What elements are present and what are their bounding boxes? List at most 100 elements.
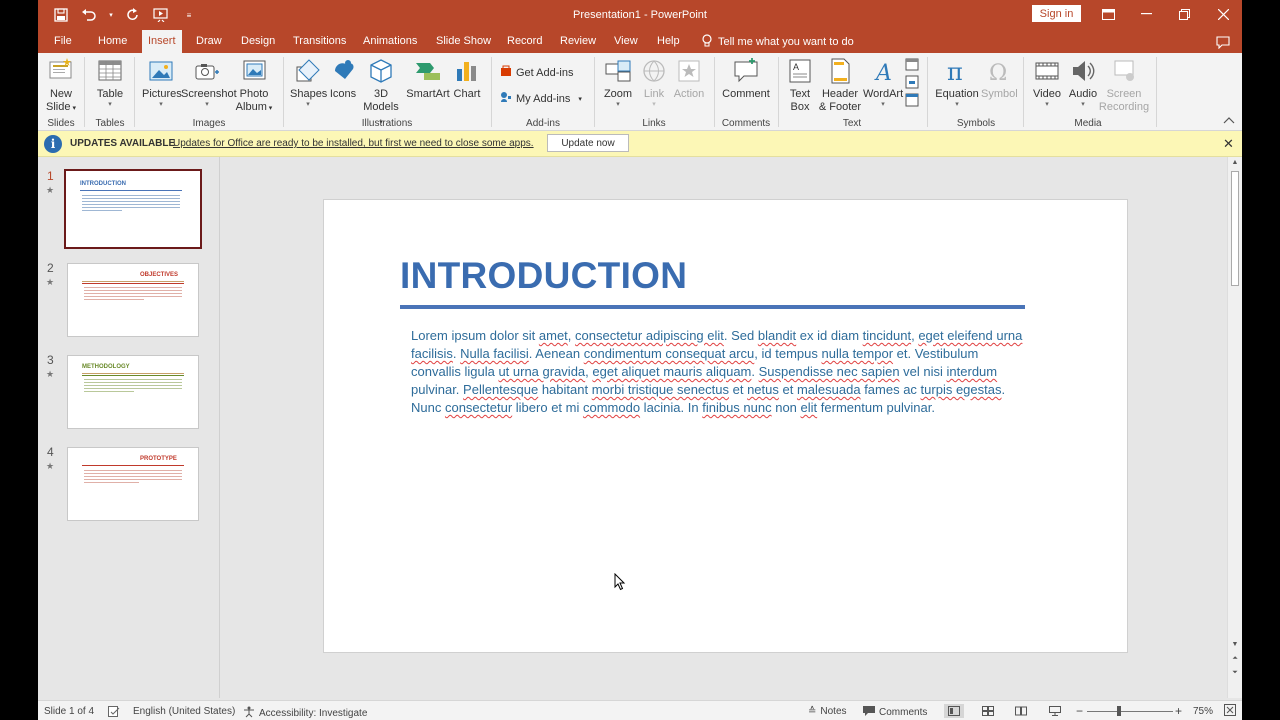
undo-icon[interactable] xyxy=(80,6,98,24)
minimize-icon[interactable] xyxy=(1134,4,1158,24)
date-time-button[interactable] xyxy=(904,57,920,75)
notes-label: Notes xyxy=(820,706,847,717)
zoom-in-button[interactable]: + xyxy=(1175,704,1182,718)
action-button[interactable]: Action xyxy=(672,57,706,101)
object-button[interactable] xyxy=(904,93,920,111)
equation-button[interactable]: π Equation ▾ xyxy=(934,57,980,109)
slide-thumbnail-2[interactable]: OBJECTIVES xyxy=(67,263,199,337)
scroll-down-icon[interactable]: ▼ xyxy=(1230,641,1240,651)
spelling-check-icon[interactable] xyxy=(108,706,120,717)
header-footer-button[interactable]: Header & Footer xyxy=(817,57,863,114)
zoom-out-button[interactable]: − xyxy=(1076,704,1083,718)
comments-label: Comments xyxy=(879,707,928,718)
screenshot-button[interactable]: Screenshot ▾ xyxy=(181,57,237,109)
header-footer-label-1: Header xyxy=(821,88,859,100)
tab-record[interactable]: Record xyxy=(501,30,548,53)
tab-home[interactable]: Home xyxy=(92,30,133,53)
customize-qat-icon[interactable]: ≡ xyxy=(180,6,198,24)
my-addins-button[interactable]: My Add-ins ▾ xyxy=(500,91,590,107)
screen-recording-button[interactable]: Screen Recording xyxy=(1098,57,1150,114)
tab-transitions[interactable]: Transitions xyxy=(287,30,352,53)
group-label-text: Text xyxy=(842,118,862,129)
close-notification-icon[interactable]: ✕ xyxy=(1223,136,1234,152)
chart-button[interactable]: Chart xyxy=(451,57,483,101)
text-box-button[interactable]: A Text Box xyxy=(785,57,815,114)
photo-album-button[interactable]: Photo Album ▾ xyxy=(234,57,274,115)
previous-slide-icon[interactable]: ⏶ xyxy=(1230,655,1240,665)
notes-button[interactable]: ≙ Notes xyxy=(808,706,847,717)
zoom-slider-track[interactable] xyxy=(1087,711,1173,712)
language-indicator[interactable]: English (United States) xyxy=(133,706,235,717)
new-slide-button[interactable]: New Slide ▾ xyxy=(46,57,76,115)
tab-design[interactable]: Design xyxy=(235,30,281,53)
audio-button[interactable]: Audio ▾ xyxy=(1066,57,1100,109)
next-slide-icon[interactable]: ⏷ xyxy=(1230,669,1240,679)
tab-view[interactable]: View xyxy=(608,30,644,53)
tab-file[interactable]: File xyxy=(48,30,78,53)
tell-me-search[interactable]: Tell me what you want to do xyxy=(702,34,854,50)
new-slide-icon xyxy=(47,57,75,85)
restore-icon[interactable] xyxy=(1172,4,1196,24)
fit-slide-icon[interactable] xyxy=(1224,704,1236,716)
slide-thumbnail-4[interactable]: PROTOTYPE xyxy=(67,447,199,521)
slide-sorter-icon[interactable] xyxy=(978,704,998,718)
slide-thumbnail-3[interactable]: METHODOLOGY xyxy=(67,355,199,429)
tab-help[interactable]: Help xyxy=(651,30,686,53)
slide-canvas[interactable]: INTRODUCTION Lorem ipsum dolor sit amet,… xyxy=(323,199,1128,653)
reading-view-icon[interactable] xyxy=(1011,704,1031,718)
notification-message-link[interactable]: Updates for Office are ready to be insta… xyxy=(173,138,534,149)
smartart-button[interactable]: SmartArt xyxy=(405,57,451,101)
tab-animations[interactable]: Animations xyxy=(357,30,423,53)
symbol-button[interactable]: Ω Symbol xyxy=(981,57,1018,101)
collapse-ribbon-icon[interactable] xyxy=(1223,115,1235,127)
comments-icon[interactable] xyxy=(1214,33,1232,51)
normal-view-icon[interactable] xyxy=(944,704,964,718)
undo-dropdown-icon[interactable]: ▾ xyxy=(108,6,114,24)
tab-review[interactable]: Review xyxy=(554,30,602,53)
icons-icon xyxy=(329,57,357,85)
slide-thumbnail-1[interactable]: INTRODUCTION xyxy=(64,169,202,249)
slide-show-view-icon[interactable] xyxy=(1045,704,1065,718)
save-icon[interactable] xyxy=(52,6,70,24)
zoom-level[interactable]: 75% xyxy=(1193,706,1213,717)
slide-title[interactable]: INTRODUCTION xyxy=(400,255,687,297)
scrollbar-thumb[interactable] xyxy=(1231,171,1239,286)
scroll-up-icon[interactable]: ▲ xyxy=(1230,159,1240,169)
slide-body-text[interactable]: Lorem ipsum dolor sit amet, consectetur … xyxy=(411,327,1031,417)
tab-slide-show[interactable]: Slide Show xyxy=(430,30,497,53)
redo-icon[interactable] xyxy=(124,6,142,24)
shapes-button[interactable]: Shapes ▾ xyxy=(290,57,327,109)
comment-button[interactable]: Comment xyxy=(721,57,771,101)
thumbnail-text xyxy=(84,382,182,383)
screen-recording-icon xyxy=(1110,57,1138,85)
group-label-media: Media xyxy=(1074,118,1102,129)
thumbnail-text xyxy=(84,473,182,474)
screen-recording-label-1: Screen xyxy=(1106,88,1142,100)
video-button[interactable]: Video ▾ xyxy=(1031,57,1063,109)
sign-in-button[interactable]: Sign in xyxy=(1032,5,1081,22)
get-addins-button[interactable]: Get Add-ins xyxy=(500,65,582,81)
get-addins-label: Get Add-ins xyxy=(516,66,574,79)
tab-insert[interactable]: Insert xyxy=(142,30,182,53)
zoom-slider-thumb[interactable] xyxy=(1117,706,1121,716)
icons-button[interactable]: Icons xyxy=(328,57,358,101)
photo-album-label-1: Photo xyxy=(239,88,269,100)
zoom-button[interactable]: Zoom ▾ xyxy=(601,57,635,109)
tab-draw[interactable]: Draw xyxy=(190,30,228,53)
group-label-comments: Comments xyxy=(721,118,771,129)
pictures-button[interactable]: Pictures ▾ xyxy=(142,57,182,109)
animation-star-icon: ★ xyxy=(46,185,55,195)
wordart-button[interactable]: A WordArt ▾ xyxy=(863,57,903,109)
from-beginning-icon[interactable] xyxy=(152,6,170,24)
new-slide-label-2: Slide xyxy=(46,101,71,113)
link-button[interactable]: Link ▾ xyxy=(639,57,669,109)
accessibility-checker[interactable]: Accessibility: Investigate xyxy=(243,706,367,720)
comments-button[interactable]: Comments xyxy=(863,706,927,719)
zoom-icon xyxy=(604,57,632,85)
table-button[interactable]: Table ▾ xyxy=(93,57,127,109)
ribbon-display-options-icon[interactable] xyxy=(1096,4,1120,24)
update-now-button[interactable]: Update now xyxy=(547,134,629,152)
close-icon[interactable] xyxy=(1211,4,1235,24)
vertical-scrollbar[interactable]: ▲ ▼ ⏶ ⏷ xyxy=(1227,157,1242,698)
slide-number-button[interactable] xyxy=(904,75,920,93)
